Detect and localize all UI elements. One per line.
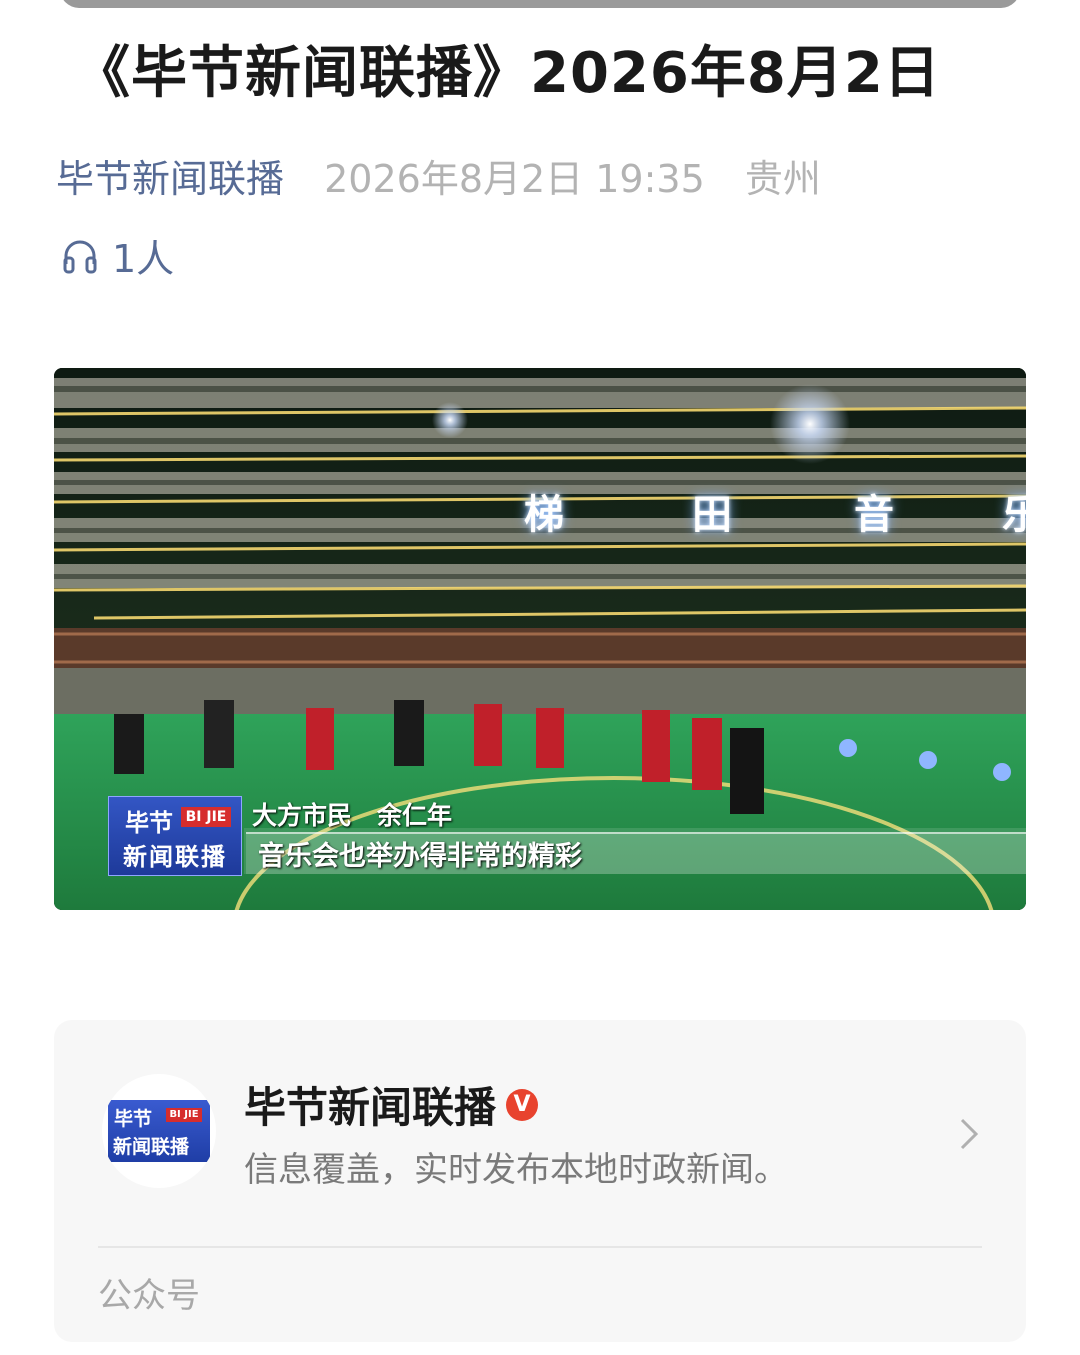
- banner-char: 田: [692, 492, 732, 538]
- tv-station-logo: 毕节 BI JIE 新闻联播: [108, 796, 242, 876]
- account-name-text: 毕节新闻联播: [244, 1083, 497, 1132]
- account-type-label: 公众号: [98, 1276, 200, 1316]
- banner-char: 乐: [1002, 492, 1026, 538]
- card-divider: [98, 1246, 982, 1248]
- account-avatar[interactable]: 毕节 BI JIE 新闻联播: [102, 1074, 216, 1188]
- article-source-link[interactable]: 毕节新闻联播: [56, 157, 284, 201]
- avatar-logo-line2: 新闻联播: [113, 1136, 190, 1158]
- article-page: 《毕节新闻联播》2026年8月2日 毕节新闻联播 2026年8月2日 19:35…: [0, 0, 1080, 1355]
- verified-icon: V: [506, 1088, 539, 1121]
- banner-char: 音: [854, 492, 894, 538]
- video-banner-text: 梯 田 音 乐: [54, 482, 1026, 538]
- publish-region: 贵州: [744, 157, 821, 201]
- avatar-logo-line1: 毕节: [114, 1108, 153, 1130]
- avatar-logo: 毕节 BI JIE 新闻联播: [108, 1100, 210, 1162]
- article-meta: 毕节新闻联播 2026年8月2日 19:35 贵州: [56, 148, 821, 203]
- chevron-right-icon[interactable]: [954, 1114, 984, 1154]
- video-subtitle: 音乐会也举办得非常的精彩: [258, 841, 582, 872]
- avatar-logo-tag: BI JIE: [166, 1108, 202, 1122]
- tv-logo-tag: BI JIE: [181, 807, 231, 827]
- account-description: 信息覆盖，实时发布本地时政新闻。: [244, 1150, 788, 1190]
- headphones-icon: [63, 240, 97, 273]
- tv-logo-line1: 毕节: [125, 809, 173, 837]
- banner-char: 梯: [524, 492, 564, 538]
- video-speaker-caption: 大方市民 余仁年: [252, 801, 453, 830]
- listen-count[interactable]: 1人: [60, 228, 174, 283]
- listen-count-label: 1人: [112, 237, 175, 281]
- account-name[interactable]: 毕节新闻联播 V: [244, 1074, 539, 1135]
- tv-logo-line2: 新闻联播: [123, 843, 227, 871]
- publish-date: 2026年8月2日 19:35: [324, 157, 705, 201]
- article-title: 《毕节新闻联播》2026年8月2日: [74, 41, 941, 106]
- account-card[interactable]: 毕节 BI JIE 新闻联播 毕节新闻联播 V 信息覆盖，实时发布本地时政新闻。…: [54, 1020, 1026, 1342]
- top-scroll-bar: [60, 0, 1020, 8]
